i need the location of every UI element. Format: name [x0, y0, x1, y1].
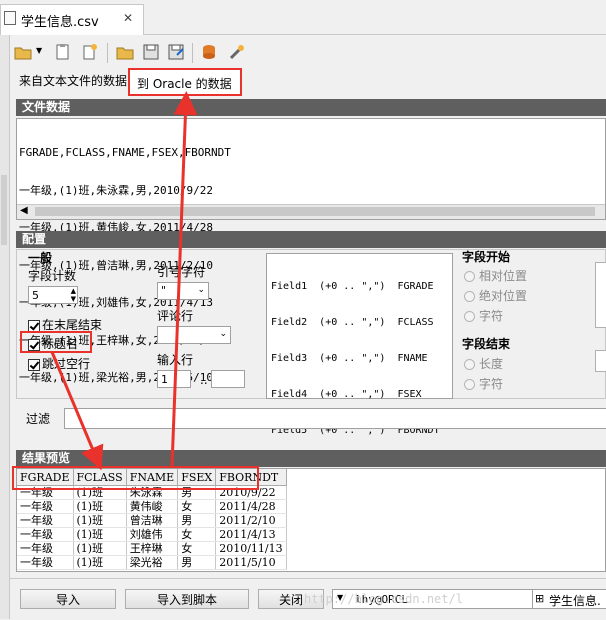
preview-header: 结果预览 [16, 450, 606, 467]
radio-relative-position[interactable]: 相对位置 [464, 267, 527, 284]
input-rows-separator: .. [200, 373, 208, 387]
field-row[interactable]: Field2 (+0 .. ",") FCLASS [271, 317, 440, 329]
radio-absolute-position[interactable]: 绝对位置 [464, 287, 527, 304]
tools-icon[interactable] [228, 43, 246, 61]
file-line: 一年级,(1)班,朱泳霖,男,2010/9/22 [19, 183, 213, 197]
tab-from-text-file[interactable]: 来自文本文件的数据 [19, 72, 127, 89]
tab-title: 学生信息.csv [21, 15, 99, 30]
field-row[interactable]: Field4 (+0 .. ",") FSEX [271, 389, 440, 401]
field-row[interactable]: Field1 (+0 .. ",") FGRADE [271, 281, 440, 293]
stepper-arrows-icon[interactable]: ▲ ▼ [71, 287, 76, 303]
csv-file-icon [4, 11, 16, 25]
field-count-value: 5 [32, 289, 39, 302]
table-row: 一年级 (1)班 王梓琳女 2010/11/13 [17, 541, 287, 556]
filter-label: 过滤 [26, 412, 51, 426]
chevron-down-icon[interactable]: ▼ [36, 46, 42, 55]
comment-line-label: 评论行 [157, 309, 194, 323]
skip-empty-label: 跳过空行 [42, 357, 91, 371]
config-header: 配置 [16, 231, 606, 248]
table-row: 一年级 (1)班 黄伟峻女 2011/4/28 [17, 499, 287, 514]
field-list[interactable]: Field1 (+0 .. ",") FGRADE Field2 (+0 .. … [266, 253, 453, 436]
header-names-checkbox[interactable]: 标题名 [28, 335, 78, 352]
target-table-value: 学生信息. [549, 594, 601, 608]
comment-line-select[interactable]: ⌄ [157, 326, 231, 344]
tab-csv-file[interactable]: 学生信息.csv ✕ [0, 4, 144, 35]
skip-empty-checkbox[interactable]: 跳过空行 [28, 355, 90, 372]
chevron-down-icon[interactable]: ⌄ [197, 285, 205, 295]
file-line: FGRADE,FCLASS,FNAME,FSEX,FBORNDT [19, 146, 231, 159]
tab-to-oracle-label: 到 Oracle 的数据 [137, 77, 232, 91]
general-group-title: 一般 [28, 251, 53, 265]
horizontal-scrollbar[interactable]: ◀ [17, 204, 605, 219]
gutter-scroll-thumb[interactable] [1, 175, 7, 245]
watermark-text: http://blog.csdn.net/l [304, 592, 463, 606]
toolbar-divider [192, 43, 193, 63]
close-icon[interactable]: ✕ [123, 11, 133, 25]
table-row: 一年级 (1)班 曾洁琳男 2011/2/10 [17, 513, 287, 528]
table-row: 一年级 (1)班 刘雄伟女 2011/4/13 [17, 527, 287, 542]
field-count-stepper[interactable]: 5 ▲ ▼ [28, 286, 78, 304]
save-as-icon[interactable] [167, 43, 185, 61]
input-rows-to[interactable] [211, 370, 245, 388]
open-file-icon[interactable] [116, 43, 134, 61]
toolbar: ▼ [10, 35, 606, 67]
field-list-rows: Field1 (+0 .. ",") FGRADE Field2 (+0 .. … [271, 257, 440, 461]
file-data-textarea[interactable]: FGRADE,FCLASS,FNAME,FSEX,FBORNDT 一年级,(1)… [16, 118, 606, 384]
toolbar-divider [107, 43, 108, 63]
new-document-icon[interactable] [80, 43, 98, 61]
preview-header-highlight [12, 466, 259, 490]
quote-char-value: " [161, 284, 167, 297]
quote-char-select[interactable]: " ⌄ [157, 282, 209, 300]
header-names-label: 标题名 [42, 337, 79, 351]
file-data-header: 文件数据 [16, 99, 606, 116]
import-to-script-button[interactable]: 导入到脚本 [125, 589, 249, 609]
scroll-thumb[interactable] [35, 207, 595, 216]
end-of-line-label: 在末尾结束 [42, 318, 103, 332]
radio-length[interactable]: 长度 [464, 355, 503, 372]
input-rows-label: 输入行 [157, 353, 194, 367]
radio-start-char[interactable]: 字符 [464, 307, 503, 324]
quote-char-label: 引号字符 [157, 265, 206, 279]
input-rows-from-value: 1 [161, 373, 168, 386]
filter-input[interactable] [64, 408, 606, 429]
paste-icon[interactable] [54, 43, 72, 61]
field-start-input[interactable] [595, 262, 606, 328]
input-rows-from[interactable]: 1 [157, 370, 191, 388]
table-row: 一年级 (1)班 梁光裕男 2011/5/10 [17, 555, 287, 570]
import-button[interactable]: 导入 [20, 589, 116, 609]
scroll-left-icon[interactable]: ◀ [20, 205, 28, 216]
field-row[interactable]: Field3 (+0 .. ",") FNAME [271, 353, 440, 365]
target-table-select[interactable]: ⊞ 学生信息. [532, 589, 606, 609]
field-start-title: 字段开始 [462, 250, 511, 264]
table-icon: ⊞ [535, 592, 545, 605]
field-end-title: 字段结束 [462, 337, 511, 351]
field-end-input[interactable] [595, 350, 606, 372]
database-icon[interactable] [200, 43, 218, 61]
field-count-label: 字段计数 [28, 269, 77, 283]
tab-to-oracle[interactable]: 到 Oracle 的数据 [128, 68, 242, 96]
open-folder-icon[interactable] [14, 43, 32, 61]
save-icon[interactable] [142, 43, 160, 61]
chevron-down-icon[interactable]: ⌄ [219, 329, 227, 339]
radio-end-char[interactable]: 字符 [464, 375, 503, 392]
left-gutter [0, 35, 10, 619]
